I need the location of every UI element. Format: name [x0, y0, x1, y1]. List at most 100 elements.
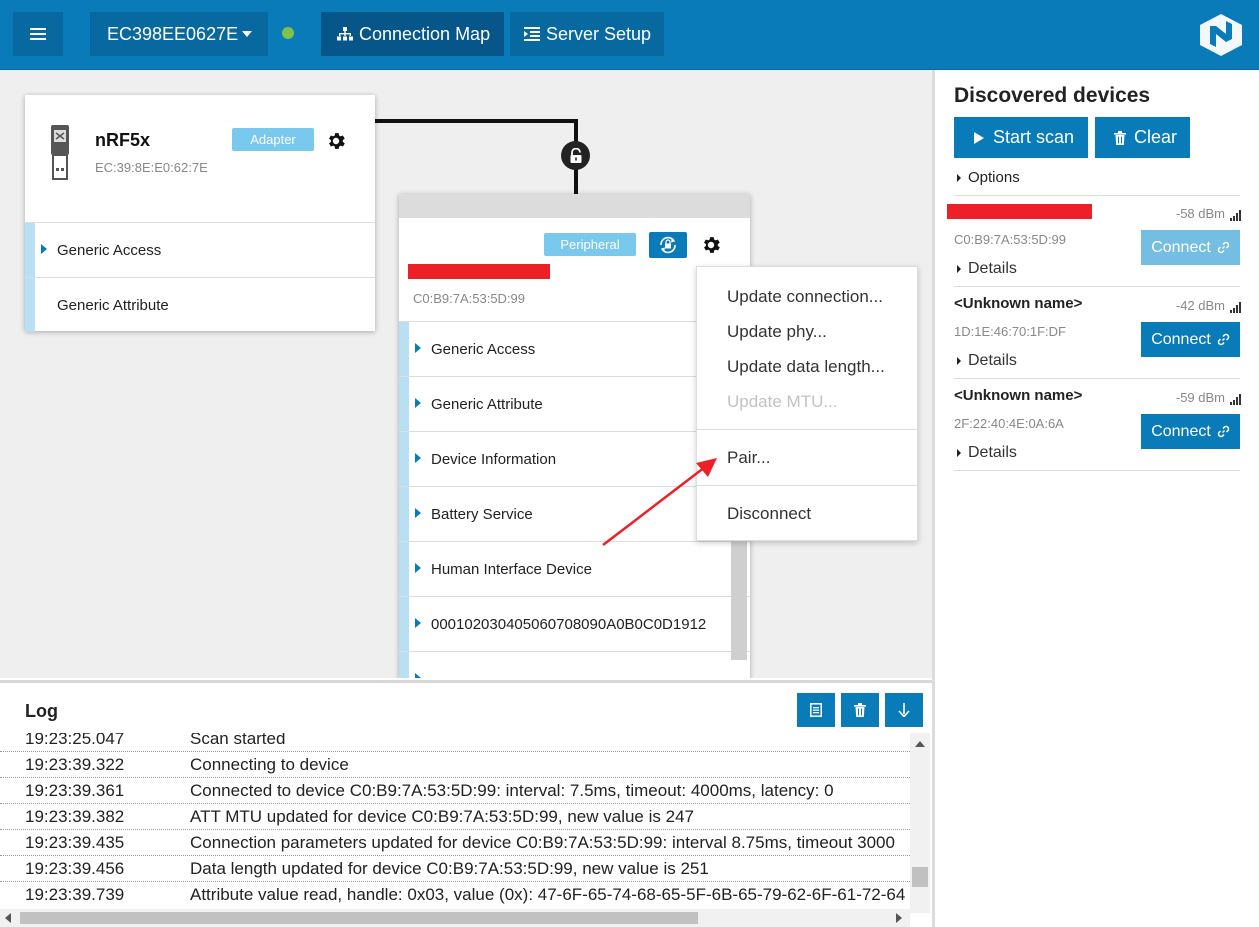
log-message: Connecting to device: [190, 755, 349, 774]
peripheral-card-header: [399, 194, 750, 218]
trash-icon: [854, 703, 866, 717]
signal-strength-icon: [1229, 394, 1241, 405]
log-row: 19:23:39.322 Connecting to device: [0, 752, 910, 778]
details-label: Details: [968, 352, 1017, 369]
service-label: Generic Access: [57, 241, 162, 259]
annotation-arrow: [602, 458, 717, 546]
autoscroll-button[interactable]: [885, 693, 923, 727]
scroll-up-icon[interactable]: [915, 741, 925, 747]
adapter-name: nRF5x: [95, 130, 151, 150]
menu-item-update-connection[interactable]: Update connection...: [727, 287, 883, 307]
gear-icon[interactable]: [325, 130, 347, 152]
menu-divider: [697, 485, 917, 486]
device-rssi: -42 dBm: [1176, 298, 1241, 313]
device-details-toggle[interactable]: Details: [957, 260, 1017, 278]
device-address: C0:B9:7A:53:5D:99: [954, 232, 1067, 247]
expand-arrow-icon: [415, 453, 421, 463]
security-button[interactable]: [649, 232, 687, 258]
scroll-thumb[interactable]: [912, 867, 928, 887]
sitemap-icon: [337, 27, 353, 41]
scroll-left-icon[interactable]: [5, 913, 11, 923]
device-rssi: -58 dBm: [1176, 206, 1241, 221]
service-label: Generic Attribute: [57, 296, 169, 314]
device-divider: [954, 378, 1240, 379]
expand-arrow-icon: [415, 563, 421, 573]
expand-arrow-icon: [415, 343, 421, 353]
connect-button[interactable]: Connect: [1141, 322, 1240, 357]
adapter-service-list: Generic Access Generic Attribute: [25, 222, 375, 332]
gear-icon[interactable]: [700, 234, 722, 256]
peripheral-scrollbar[interactable]: [731, 540, 747, 660]
device-details-toggle[interactable]: Details: [957, 444, 1017, 462]
tab-connection-map[interactable]: Connection Map: [321, 12, 504, 56]
menu-button[interactable]: [13, 12, 63, 56]
service-label: 000102030405060708090A0B0C0D1912: [431, 615, 707, 633]
device-divider: [954, 470, 1240, 471]
log-row: 19:23:25.047 Scan started: [0, 733, 910, 752]
device-details-toggle[interactable]: Details: [957, 352, 1017, 370]
options-toggle[interactable]: Options: [957, 169, 1020, 186]
expand-arrow-icon: [41, 244, 47, 254]
redacted-device-name: [408, 264, 550, 279]
log-vertical-scrollbar[interactable]: [910, 733, 930, 913]
menu-divider: [697, 429, 917, 430]
log-message: Scan started: [190, 733, 286, 748]
log-row: 19:23:39.361 Connected to device C0:B9:7A…: [0, 778, 910, 804]
clear-log-button[interactable]: [841, 693, 879, 727]
service-label: Human Interface Device: [431, 560, 592, 578]
connect-label: Connect: [1151, 422, 1211, 440]
signal-strength-icon: [1229, 210, 1241, 221]
caret-down-icon: [242, 31, 252, 37]
log-time: 19:23:39.435: [25, 833, 125, 852]
start-scan-label: Start scan: [993, 127, 1075, 147]
log-horizontal-scrollbar[interactable]: [0, 909, 910, 927]
start-scan-button[interactable]: Start scan: [954, 117, 1088, 158]
discovered-devices-panel: Discovered devices Start scan Clear Opti…: [935, 70, 1259, 927]
log-entries: 19:23:25.047 Scan started 19:23:39.322 Con…: [0, 733, 910, 906]
redacted-device-name: [947, 204, 1092, 219]
log-time: 19:23:39.322: [25, 755, 125, 774]
device-name: <Unknown name>: [954, 295, 1083, 312]
device-selector[interactable]: EC398EE0627E: [90, 12, 268, 56]
adapter-service-generic-attribute[interactable]: Generic Attribute: [25, 277, 375, 332]
expand-arrow-icon: [415, 508, 421, 518]
link-icon: [1217, 425, 1230, 438]
lock-open-icon[interactable]: [561, 141, 590, 170]
open-log-file-button[interactable]: [797, 693, 835, 727]
log-row: 19:23:39.435 Connection parameters update…: [0, 830, 910, 856]
tab-server-setup[interactable]: Server Setup: [510, 12, 664, 56]
log-row: 19:23:39.739 Attribute value read, handle…: [0, 882, 910, 906]
expand-arrow-icon: [957, 356, 961, 365]
adapter-service-generic-access[interactable]: Generic Access: [25, 222, 375, 277]
log-row: 19:23:39.456 Data length updated for devi…: [0, 856, 910, 882]
rssi-value: -58 dBm: [1175, 206, 1225, 221]
connection-status-dot: [282, 27, 294, 39]
menu-item-pair[interactable]: Pair...: [727, 448, 770, 468]
hamburger-icon: [30, 28, 46, 40]
usb-dongle-icon: [51, 125, 69, 180]
log-message: Connected to device C0:B9:7A:53:5D:99: i…: [190, 781, 834, 800]
clear-button[interactable]: Clear: [1095, 117, 1190, 158]
device-divider: [954, 286, 1240, 287]
log-message: ATT MTU updated for device C0:B9:7A:53:5…: [190, 807, 694, 826]
device-name: <Unknown name>: [954, 387, 1083, 404]
connect-button[interactable]: Connect: [1141, 230, 1240, 265]
log-time: 19:23:25.047: [25, 733, 125, 748]
expand-arrow-icon: [415, 398, 421, 408]
log-title: Log: [25, 701, 58, 721]
link-icon: [1217, 333, 1230, 346]
peripheral-service-cutoff[interactable]: [399, 651, 750, 678]
connect-button[interactable]: Connect: [1141, 414, 1240, 449]
menu-item-update-data-length[interactable]: Update data length...: [727, 357, 885, 377]
peripheral-service-custom[interactable]: 000102030405060708090A0B0C0D1912: [399, 596, 750, 651]
menu-item-update-phy[interactable]: Update phy...: [727, 322, 827, 342]
scroll-right-icon[interactable]: [896, 913, 902, 923]
log-panel: Log 19:23:25.047 Scan started 19:23:39.32…: [0, 680, 932, 927]
adapter-card: nRF5x EC:39:8E:E0:62:7E Adapter Generic …: [25, 95, 375, 332]
menu-item-disconnect[interactable]: Disconnect: [727, 504, 811, 524]
expand-arrow-icon: [415, 673, 421, 678]
tab-server-setup-label: Server Setup: [546, 23, 652, 44]
log-time: 19:23:39.456: [25, 859, 125, 878]
play-icon: [974, 131, 984, 144]
scroll-thumb[interactable]: [20, 912, 698, 924]
